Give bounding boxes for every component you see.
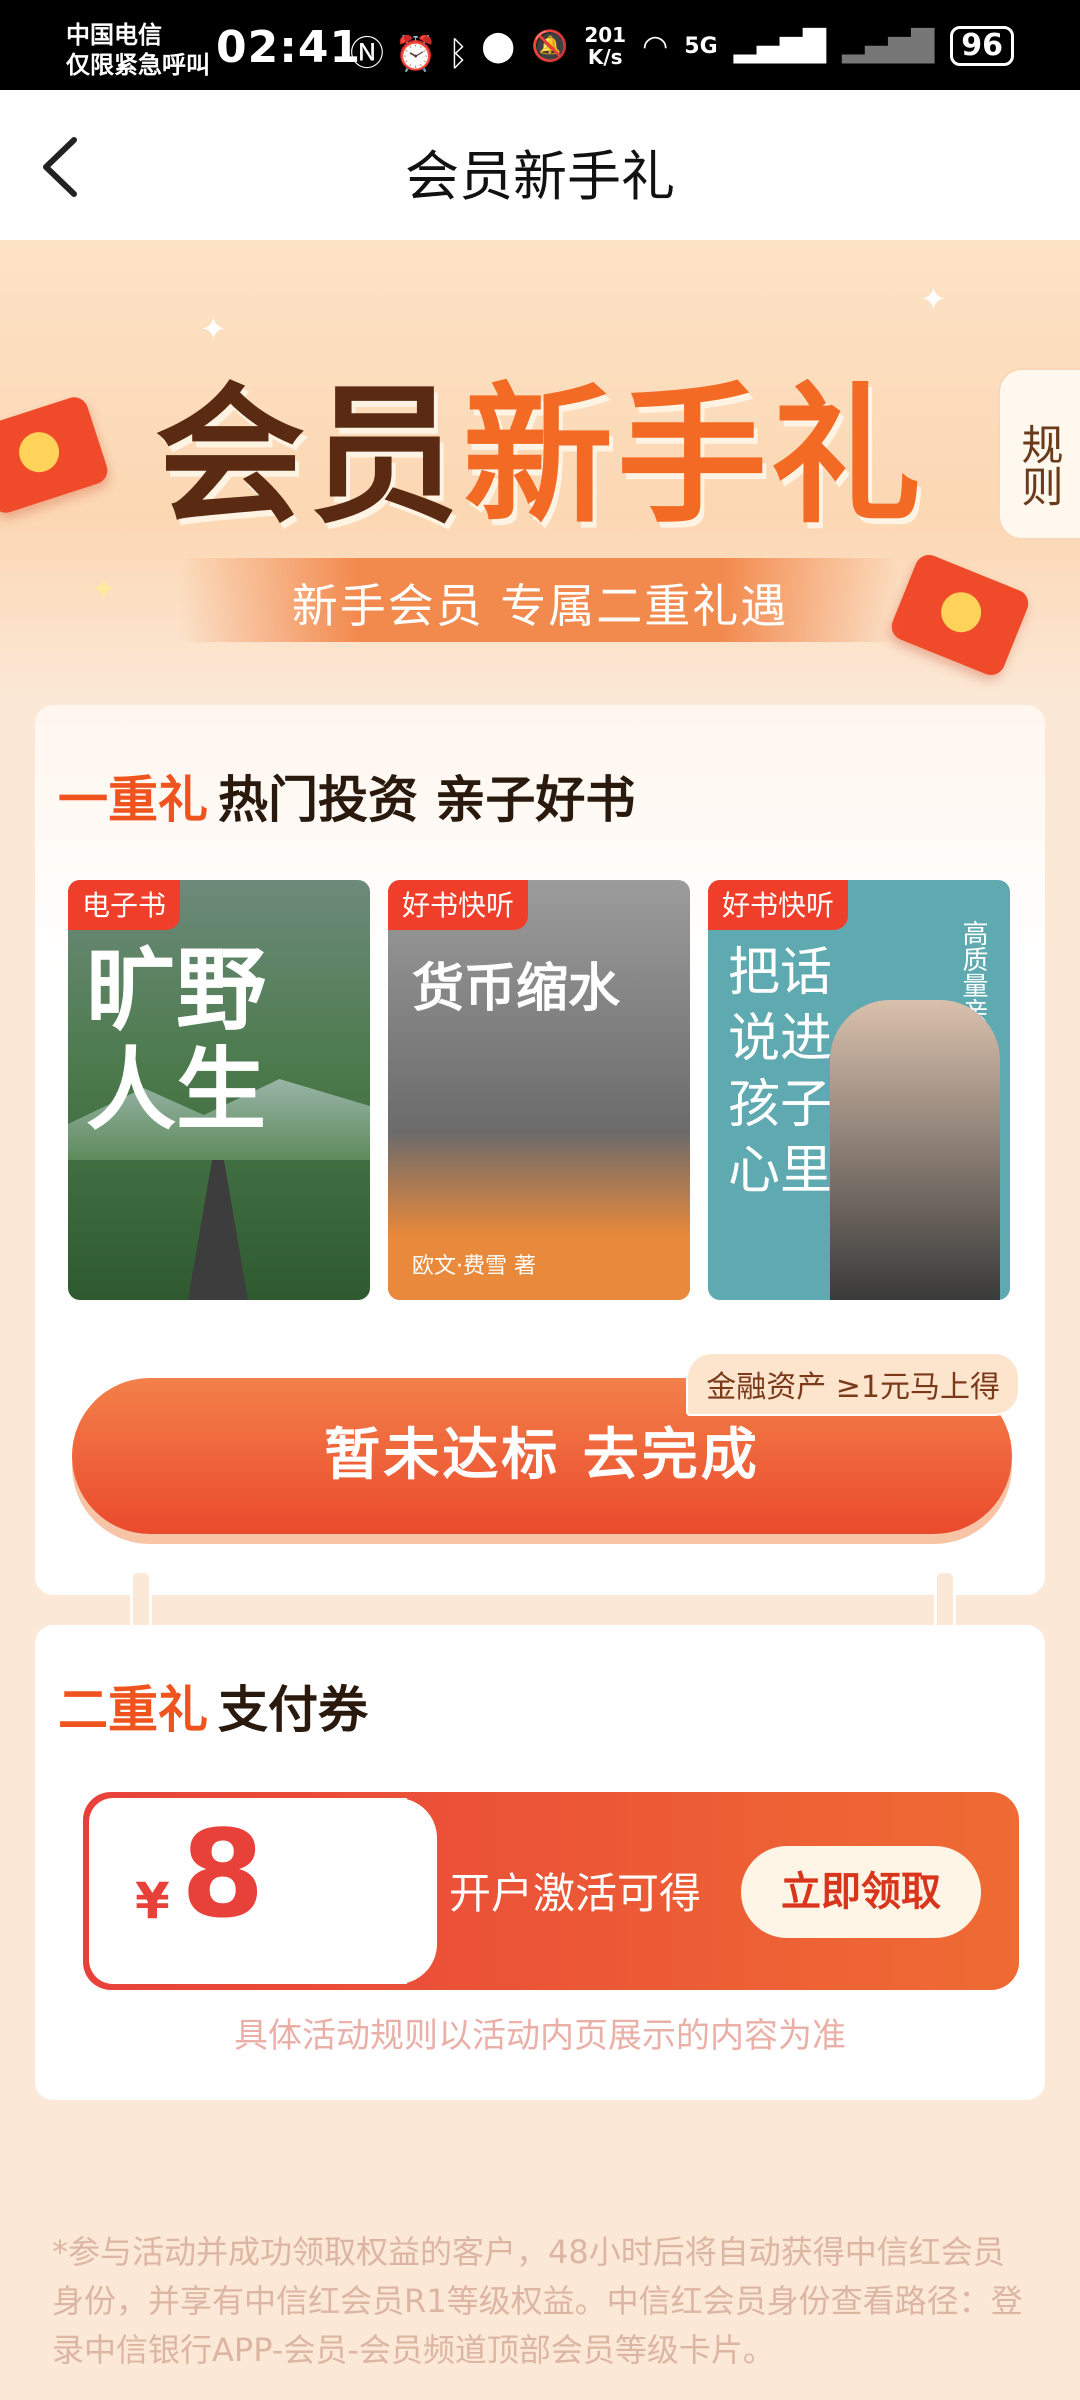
wifi-icon: ◠ (642, 28, 669, 64)
mute-icon: 🔕 (530, 28, 569, 64)
speed-value: 201 (584, 23, 627, 47)
status-icons-left: Ⓝ ⏰ ᛒ (350, 26, 468, 75)
nfc-icon: Ⓝ (350, 34, 384, 74)
book-badge: 好书快听 (708, 880, 849, 930)
section1-tag: 一重礼 (58, 771, 208, 829)
speed-unit: K/s (587, 45, 623, 69)
book-card-2[interactable]: 好书快听 货币缩水 欧文·费雪 著 (388, 880, 690, 1300)
battery-indicator: 96 (950, 26, 1014, 66)
alarm-icon: ⏰ (394, 34, 438, 74)
section2-title: 支付券 (218, 1681, 368, 1739)
book-author: 欧文·费雪 著 (412, 1254, 536, 1279)
rules-note: 具体活动规则以活动内页展示的内容为准 (234, 2016, 846, 2056)
book-title: 把话说进孩子心里 (728, 943, 833, 1201)
network-type: 5G (684, 33, 718, 59)
coupon-currency: ¥ (135, 1872, 170, 1930)
book-cover-photo (830, 1000, 1000, 1300)
network-speed: 201 K/s (584, 24, 626, 68)
hero-subtitle: 新手会员 专属二重礼遇 (291, 579, 789, 633)
book-card-3[interactable]: 好书快听 把话说进孩子心里 高质量亲子沟通 (708, 880, 1010, 1300)
hero-title-part1: 会员 (154, 370, 463, 544)
footer-disclaimer: *参与活动并成功领取权益的客户，48小时后将自动获得中信红会员身份，并享有中信红… (52, 2233, 1023, 2369)
book-badge: 好书快听 (388, 880, 529, 930)
clock: 02:41 (216, 22, 362, 73)
carrier-info: 中国电信 仅限紧急呼叫 (66, 20, 210, 80)
section2-heading: 二重礼 支付券 (58, 1670, 368, 1742)
bluetooth-icon: ᛒ (447, 34, 469, 74)
hero-title: 会员新手礼 (0, 335, 1080, 552)
payment-coupon: ¥ 8 开户激活可得 立即领取 (83, 1792, 1019, 1990)
book-title: 货币缩水 (412, 959, 621, 1019)
hero-banner: ✦ ✦ ✦ 会员新手礼 新手会员 专属二重礼遇 (0, 240, 1080, 700)
hero-title-part2: 新手礼 (463, 370, 926, 544)
section1-heading: 一重礼 热门投资 亲子好书 (58, 760, 635, 832)
signal-icon-2: ▂▄▆█ (841, 28, 935, 64)
page-title: 会员新手礼 (405, 145, 675, 208)
coupon-condition: 开户激活可得 (449, 1869, 702, 1918)
section1-title: 热门投资 亲子好书 (218, 771, 636, 829)
sparkle-icon: ✦ (920, 280, 947, 318)
book-badge: 电子书 (68, 880, 181, 930)
rules-tab[interactable]: 规则 (998, 368, 1080, 540)
status-bar: 中国电信 仅限紧急呼叫 02:41 Ⓝ ⏰ ᛒ ⬤ 🔕 201 K/s ◠ 5G… (0, 0, 1080, 90)
nav-bar: 会员新手礼 (0, 90, 1080, 240)
coupon-amount: 8 (181, 1806, 265, 1945)
claim-coupon-button[interactable]: 立即领取 (741, 1846, 981, 1938)
section2-tag: 二重礼 (58, 1681, 208, 1739)
location-icon: ⬤ (481, 28, 515, 64)
book-cover-art (188, 1160, 248, 1300)
status-icons-right: ⬤ 🔕 201 K/s ◠ 5G ▂▄▆█ ▂▄▆█ 96 (481, 24, 1014, 68)
signal-icon: ▂▄▆█ (733, 28, 826, 64)
requirement-bubble: 金融资产 ≥1元马上得 (686, 1352, 1020, 1416)
carrier-status: 仅限紧急呼叫 (66, 51, 210, 79)
carrier-name: 中国电信 (66, 21, 162, 49)
book-title: 旷野人生 (86, 937, 266, 1143)
book-card-1[interactable]: 电子书 旷野人生 (68, 880, 370, 1300)
